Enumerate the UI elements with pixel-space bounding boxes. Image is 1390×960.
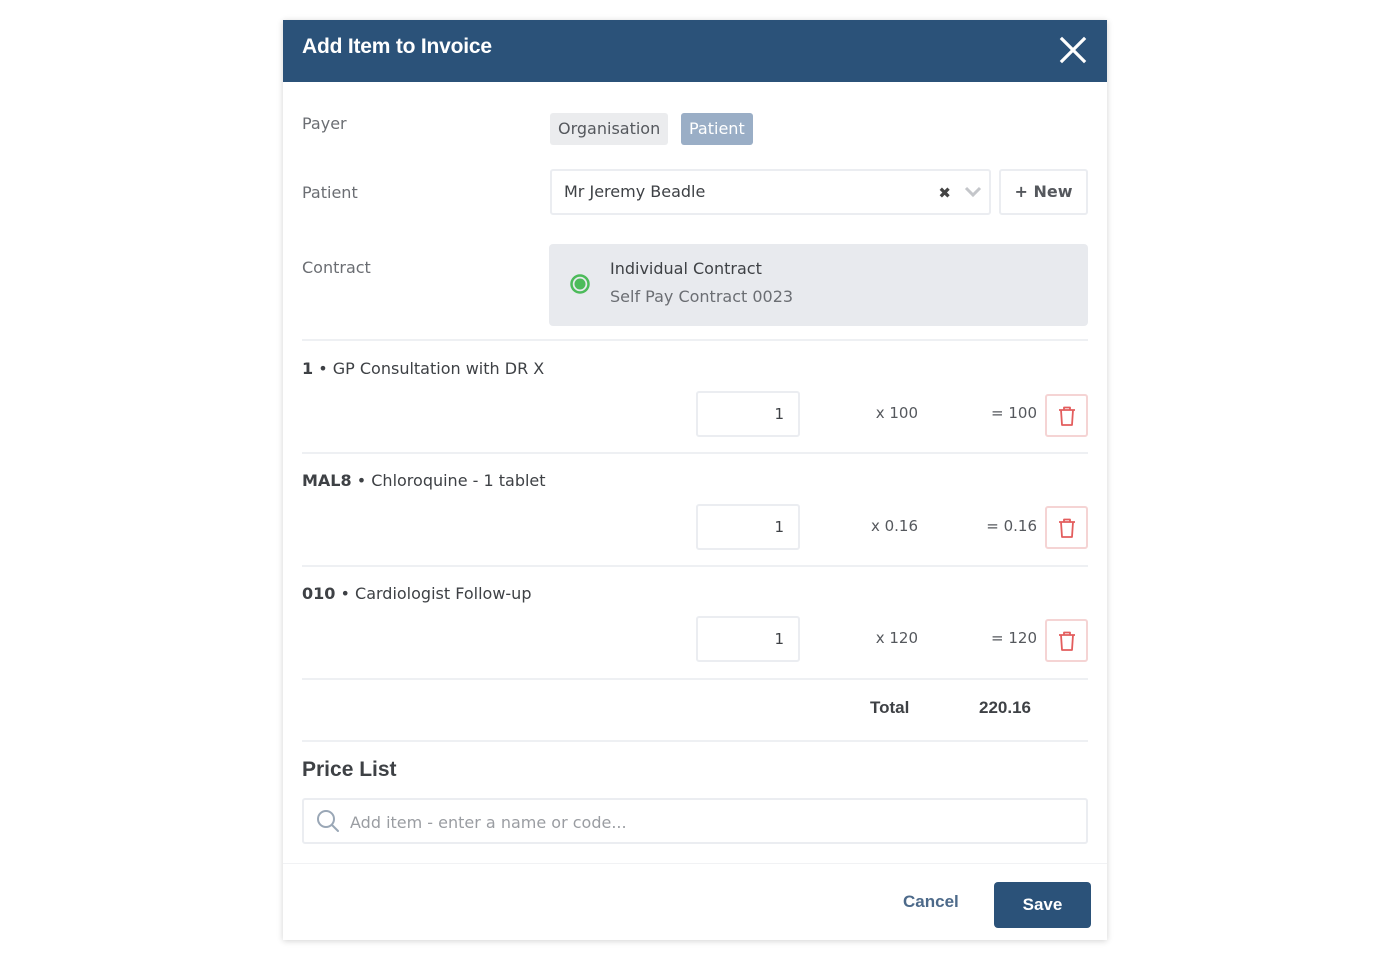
patient-select[interactable]: Mr Jeremy Beadle ✖: [550, 169, 991, 215]
clear-icon[interactable]: ✖: [938, 184, 951, 202]
payer-option-patient[interactable]: Patient: [681, 113, 753, 145]
item-code: MAL8: [302, 471, 352, 490]
quantity-input[interactable]: [696, 504, 800, 550]
total-value: 220.16: [979, 698, 1031, 717]
chevron-down-icon[interactable]: [963, 182, 983, 202]
item-separator: •: [335, 584, 356, 603]
close-icon: [1059, 36, 1087, 64]
divider: [302, 678, 1088, 680]
unit-price: x 120: [875, 629, 918, 647]
line-total: = 120: [991, 629, 1037, 647]
radio-selected-icon: [570, 274, 590, 294]
quantity-input[interactable]: [696, 391, 800, 437]
trash-icon: [1059, 406, 1075, 426]
divider: [302, 565, 1088, 567]
unit-price: x 0.16: [870, 517, 918, 535]
contract-label: Contract: [302, 258, 371, 277]
item-name: Cardiologist Follow-up: [355, 584, 532, 603]
payer-label: Payer: [302, 114, 347, 133]
line-total: = 0.16: [986, 517, 1037, 535]
patient-label: Patient: [302, 183, 358, 202]
delete-item-button[interactable]: [1045, 506, 1088, 549]
cancel-button[interactable]: Cancel: [903, 892, 959, 912]
divider: [302, 339, 1088, 341]
contract-subtitle: Self Pay Contract 0023: [610, 287, 794, 306]
item-name: GP Consultation with DR X: [332, 359, 545, 378]
trash-icon: [1059, 518, 1075, 538]
unit-price: x 100: [875, 404, 918, 422]
line-total: = 100: [991, 404, 1037, 422]
trash-icon: [1059, 631, 1075, 651]
new-patient-button[interactable]: + New: [999, 169, 1088, 215]
divider: [302, 740, 1088, 742]
total-label: Total: [870, 698, 910, 717]
item-code: 010: [302, 584, 336, 603]
invoice-item-title: MAL8 • Chloroquine - 1 tablet: [302, 471, 546, 490]
price-list-title: Price List: [302, 758, 397, 781]
payer-option-organisation[interactable]: Organisation: [550, 113, 669, 145]
contract-name: Individual Contract: [610, 259, 762, 278]
price-list-search-input[interactable]: [348, 800, 1082, 844]
delete-item-button[interactable]: [1045, 394, 1088, 437]
price-list-search[interactable]: [302, 798, 1088, 844]
footer-divider: [283, 863, 1107, 864]
item-code: 1: [302, 359, 314, 378]
add-item-dialog: Add Item to Invoice Payer Organisation P…: [283, 20, 1107, 940]
search-icon: [317, 810, 339, 832]
contract-card[interactable]: Individual Contract Self Pay Contract 00…: [549, 244, 1088, 326]
divider: [302, 452, 1088, 454]
delete-item-button[interactable]: [1045, 619, 1088, 662]
invoice-item-title: 1 • GP Consultation with DR X: [302, 359, 544, 378]
item-name: Chloroquine - 1 tablet: [371, 471, 546, 490]
invoice-item-title: 010 • Cardiologist Follow-up: [302, 584, 531, 603]
item-separator: •: [351, 471, 372, 490]
dialog-title: Add Item to Invoice: [302, 35, 492, 58]
dialog-header: Add Item to Invoice: [283, 20, 1107, 82]
quantity-input[interactable]: [696, 616, 800, 662]
save-button[interactable]: Save: [994, 882, 1091, 928]
close-button[interactable]: [1059, 36, 1087, 64]
item-separator: •: [313, 359, 333, 378]
patient-select-value: Mr Jeremy Beadle: [564, 182, 706, 201]
